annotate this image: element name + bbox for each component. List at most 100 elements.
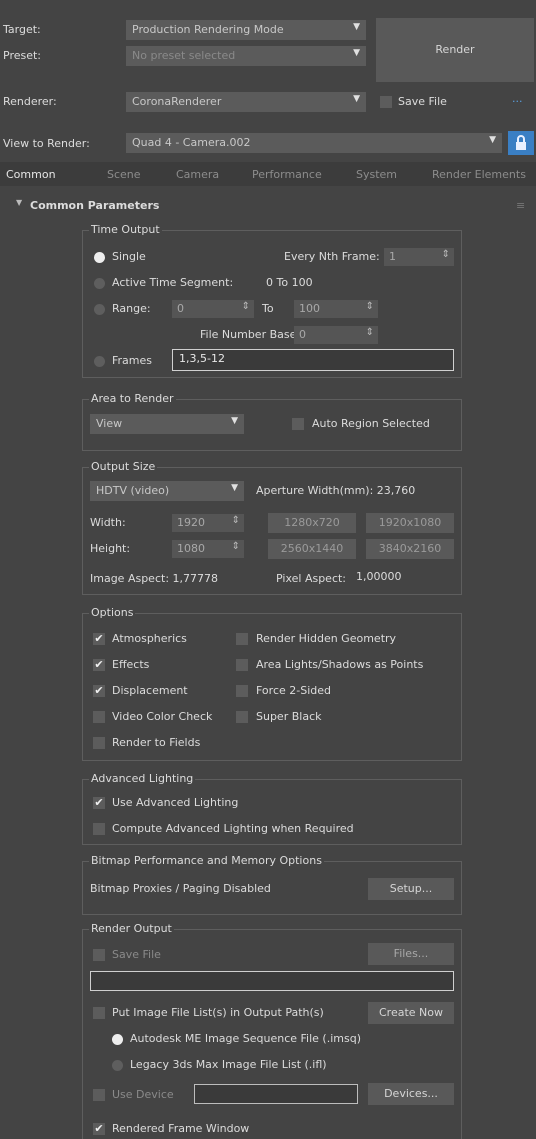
frames-input[interactable]: 1,3,5-12: [172, 349, 454, 371]
height-spinner[interactable]: 1080 ⇕: [172, 540, 244, 558]
tab-camera[interactable]: Camera: [176, 168, 219, 181]
preset-1280x720-button[interactable]: 1280x720: [268, 513, 356, 533]
frames-label: Frames: [112, 354, 153, 367]
save-file-checkbox[interactable]: [380, 96, 392, 108]
render-hidden-geometry-checkbox[interactable]: [236, 633, 248, 645]
rendered-frame-window-label: Rendered Frame Window: [112, 1122, 250, 1135]
more-button[interactable]: ...: [512, 92, 523, 105]
lock-view-button[interactable]: [508, 131, 534, 155]
single-radio[interactable]: [94, 252, 105, 263]
width-value: 1920: [177, 516, 205, 529]
rendered-frame-window-checkbox[interactable]: ✔: [93, 1123, 105, 1135]
legacy-ifl-radio[interactable]: [112, 1060, 123, 1071]
time-output-title: Time Output: [89, 223, 162, 236]
auto-region-label: Auto Region Selected: [312, 417, 430, 430]
device-input[interactable]: [194, 1084, 358, 1104]
view-to-render-value: Quad 4 - Camera.002: [132, 136, 251, 149]
output-size-title: Output Size: [89, 460, 158, 473]
preset-1920x1080-button[interactable]: 1920x1080: [366, 513, 454, 533]
chevron-down-icon: ▼: [353, 94, 360, 104]
effects-label: Effects: [112, 658, 150, 671]
file-number-base-label: File Number Base:: [200, 328, 301, 341]
range-radio[interactable]: [94, 304, 105, 315]
tab-render-elements[interactable]: Render Elements: [432, 168, 526, 181]
range-from-spinner[interactable]: 0 ⇕: [172, 300, 254, 318]
range-to-label: To: [262, 302, 274, 315]
video-color-check-checkbox[interactable]: [93, 711, 105, 723]
chevron-down-icon: ▼: [353, 48, 360, 58]
aperture-width: Aperture Width(mm): 23,760: [256, 484, 416, 497]
setup-button[interactable]: Setup...: [368, 878, 454, 900]
lock-icon: [516, 135, 526, 150]
every-nth-label: Every Nth Frame:: [284, 250, 380, 263]
area-lights-checkbox[interactable]: [236, 659, 248, 671]
video-color-check-label: Video Color Check: [112, 710, 213, 723]
tab-scene[interactable]: Scene: [107, 168, 141, 181]
output-size-preset-value: HDTV (video): [96, 484, 170, 497]
spinner-arrows-icon: ⇕: [231, 515, 240, 526]
use-advanced-lighting-label: Use Advanced Lighting: [112, 796, 239, 809]
render-hidden-geometry-label: Render Hidden Geometry: [256, 632, 397, 645]
chevron-down-icon: ▼: [231, 483, 238, 493]
pixel-aspect-value[interactable]: 1,00000: [356, 570, 402, 583]
area-to-render-title: Area to Render: [89, 392, 176, 405]
renderer-label: Renderer:: [3, 95, 57, 108]
compute-advanced-lighting-label: Compute Advanced Lighting when Required: [112, 822, 354, 835]
render-output-title: Render Output: [89, 922, 174, 935]
force-2-sided-checkbox[interactable]: [236, 685, 248, 697]
render-to-fields-checkbox[interactable]: [93, 737, 105, 749]
frames-radio[interactable]: [94, 356, 105, 367]
output-size-preset-dropdown[interactable]: HDTV (video) ▼: [90, 481, 244, 501]
pixel-aspect-label: Pixel Aspect:: [276, 572, 347, 585]
target-value: Production Rendering Mode: [132, 23, 284, 36]
devices-button[interactable]: Devices...: [368, 1083, 454, 1105]
advanced-lighting-group: Advanced Lighting: [82, 772, 462, 845]
area-to-render-dropdown[interactable]: View ▼: [90, 414, 244, 434]
width-spinner[interactable]: 1920 ⇕: [172, 514, 244, 532]
chevron-down-icon: ▼: [353, 22, 360, 32]
put-image-list-label: Put Image File List(s) in Output Path(s): [112, 1006, 324, 1019]
active-segment-radio[interactable]: [94, 278, 105, 289]
effects-checkbox[interactable]: ✔: [93, 659, 105, 671]
target-dropdown[interactable]: Production Rendering Mode ▼: [126, 20, 366, 40]
every-nth-spinner[interactable]: 1 ⇕: [384, 248, 454, 266]
preset-dropdown[interactable]: No preset selected ▼: [126, 46, 366, 66]
rollout-header[interactable]: ▼ Common Parameters ≡: [0, 196, 536, 216]
active-segment-value: 0 To 100: [266, 276, 313, 289]
render-button[interactable]: Render: [376, 18, 534, 82]
tab-common[interactable]: Common: [6, 168, 56, 181]
files-button[interactable]: Files...: [368, 943, 454, 965]
output-save-file-label: Save File: [112, 948, 161, 961]
render-button-label: Render: [435, 43, 475, 56]
displacement-checkbox[interactable]: ✔: [93, 685, 105, 697]
spinner-arrows-icon: ⇕: [365, 327, 374, 338]
put-image-list-checkbox[interactable]: [93, 1007, 105, 1019]
atmospherics-checkbox[interactable]: ✔: [93, 633, 105, 645]
autodesk-imsq-radio[interactable]: [112, 1034, 123, 1045]
file-number-base-spinner[interactable]: 0 ⇕: [294, 326, 378, 344]
output-path-input[interactable]: [90, 971, 454, 991]
auto-region-checkbox[interactable]: [292, 418, 304, 430]
create-now-button[interactable]: Create Now: [368, 1002, 454, 1024]
spinner-arrows-icon: ⇕: [231, 541, 240, 552]
chevron-down-icon: ▼: [489, 135, 496, 145]
collapse-icon: ▼: [16, 198, 23, 207]
compute-advanced-lighting-checkbox[interactable]: [93, 823, 105, 835]
area-lights-label: Area Lights/Shadows as Points: [256, 658, 424, 671]
render-to-fields-label: Render to Fields: [112, 736, 201, 749]
tab-performance[interactable]: Performance: [252, 168, 322, 181]
preset-3840x2160-button[interactable]: 3840x2160: [366, 539, 454, 559]
use-advanced-lighting-checkbox[interactable]: ✔: [93, 797, 105, 809]
output-save-file-checkbox[interactable]: [93, 949, 105, 961]
range-to-spinner[interactable]: 100 ⇕: [294, 300, 378, 318]
file-number-base-value: 0: [299, 328, 306, 341]
preset-value: No preset selected: [132, 49, 236, 62]
view-to-render-dropdown[interactable]: Quad 4 - Camera.002 ▼: [126, 133, 502, 153]
rollout-menu-icon[interactable]: ≡: [516, 199, 525, 212]
tab-system[interactable]: System: [356, 168, 397, 181]
super-black-checkbox[interactable]: [236, 711, 248, 723]
use-device-checkbox[interactable]: [93, 1089, 105, 1101]
renderer-dropdown[interactable]: CoronaRenderer ▼: [126, 92, 366, 112]
preset-2560x1440-button[interactable]: 2560x1440: [268, 539, 356, 559]
force-2-sided-label: Force 2-Sided: [256, 684, 331, 697]
